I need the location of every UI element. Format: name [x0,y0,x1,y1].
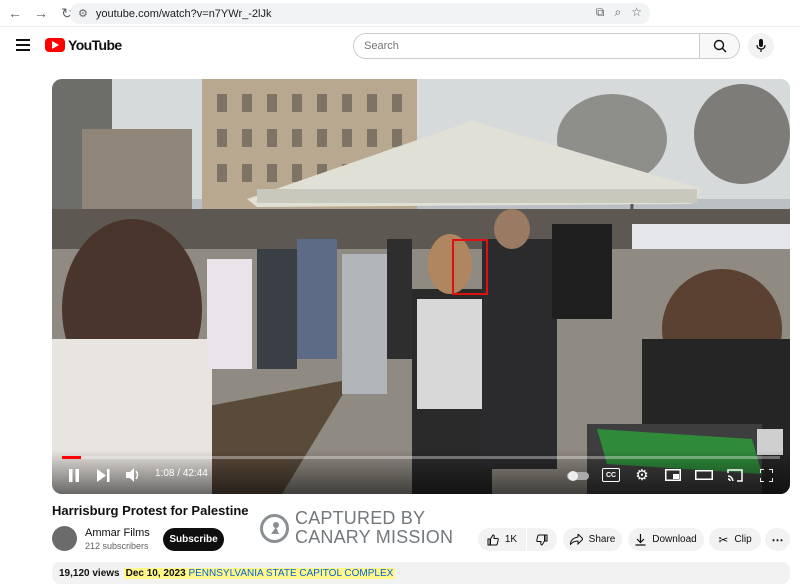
clip-button[interactable]: ✂ Clip [709,528,761,551]
theater-mode-button[interactable] [695,468,713,482]
browser-toolbar: ← → ↻ ⚙ youtube.com/watch?v=n7YWr_-2lJk … [0,0,800,27]
autoplay-toggle[interactable] [566,470,590,482]
pause-button[interactable] [66,467,82,483]
channel-row: Ammar Films 212 subscribers [52,526,150,551]
time-total: 42:44 [182,468,208,479]
more-actions-button[interactable]: ⋯ [765,528,790,551]
download-button[interactable]: Download [628,528,704,551]
bookmark-star-icon[interactable]: ☆ [631,5,642,20]
share-icon [569,534,583,545]
install-icon[interactable]: ⧉ [596,5,605,20]
autoplay-toggle-icon [567,471,589,481]
voice-search-button[interactable] [748,33,774,59]
microphone-icon [756,39,766,52]
dislike-button[interactable] [527,528,557,551]
search-icon [713,39,726,53]
menu-icon[interactable] [16,39,30,51]
settings-gear-icon[interactable]: ⚙ [634,467,650,484]
youtube-logo[interactable]: YouTube [45,37,122,53]
youtube-header: YouTube [0,27,800,67]
site-settings-icon[interactable]: ⚙ [78,7,88,20]
time-display: 1:08 / 42:44 [155,468,208,479]
youtube-logo-text: YouTube [68,37,122,53]
watermark-line-1: CAPTURED BY [295,508,426,528]
captions-button[interactable]: CC [602,468,620,482]
video-frame [52,79,790,494]
cast-button[interactable] [726,467,744,483]
clip-label: Clip [734,534,752,545]
progress-bar[interactable] [62,456,780,459]
zoom-icon[interactable]: ⌕ [615,5,622,20]
channel-info: Ammar Films 212 subscribers [85,527,150,551]
location-hashtag[interactable]: PENNSYLVANIA STATE CAPITOL COMPLEX [188,568,393,579]
time-current: 1:08 [155,468,175,479]
address-bar[interactable]: ⚙ youtube.com/watch?v=n7YWr_-2lJk ⧉ ⌕ ☆ [70,3,650,24]
time-separator: / [177,468,181,479]
back-icon[interactable]: ← [4,2,26,24]
volume-icon [126,468,139,482]
volume-button[interactable] [125,467,143,483]
miniplayer-icon [665,469,681,481]
theater-mode-icon [695,470,713,480]
search-button[interactable] [700,33,740,59]
download-label: Download [652,534,697,545]
url-text: youtube.com/watch?v=n7YWr_-2lJk [95,7,272,20]
video-title: Harrisburg Protest for Palestine [52,503,249,518]
search-input[interactable] [353,33,700,59]
channel-avatar[interactable] [52,526,77,551]
video-player[interactable]: 1:08 / 42:44 CC ⚙ [52,79,790,494]
cast-icon [727,468,743,482]
like-count: 1K [504,534,518,545]
fullscreen-button[interactable] [758,467,774,483]
thumbs-down-icon [536,534,548,546]
channel-name[interactable]: Ammar Films [85,527,150,539]
watermark-text: CAPTURED BY CANARY MISSION [295,509,453,547]
share-button[interactable]: Share [563,528,622,551]
thumbs-up-icon [487,533,499,545]
subscriber-count: 212 subscribers [85,540,149,551]
subscribe-button[interactable]: Subscribe [163,528,224,551]
highlighted-meta: Dec 10, 2023 PENNSYLVANIA STATE CAPITOL … [123,567,396,579]
next-button[interactable] [95,467,111,483]
forward-icon[interactable]: → [30,2,52,24]
like-button[interactable]: 1K [478,528,526,551]
description-box[interactable]: 19,120 views Dec 10, 2023 PENNSYLVANIA S… [52,562,790,584]
view-count: 19,120 views [59,567,120,579]
youtube-play-logo-icon [45,38,65,52]
pause-icon [69,468,79,482]
player-controls: 1:08 / 42:44 CC ⚙ [52,450,790,494]
annotation-box [452,239,488,295]
upload-date: Dec 10, 2023 [125,567,186,579]
miniplayer-button[interactable] [664,468,682,482]
canary-mission-logo-icon [260,513,289,543]
share-label: Share [588,534,616,545]
scissors-icon: ✂ [718,532,729,547]
next-icon [96,468,109,482]
watermark: CAPTURED BY CANARY MISSION [260,509,453,547]
fullscreen-icon [759,468,773,482]
download-icon [635,533,646,546]
watermark-line-2: CANARY MISSION [295,527,454,547]
progress-fill [62,456,81,459]
search-bar [353,33,740,59]
